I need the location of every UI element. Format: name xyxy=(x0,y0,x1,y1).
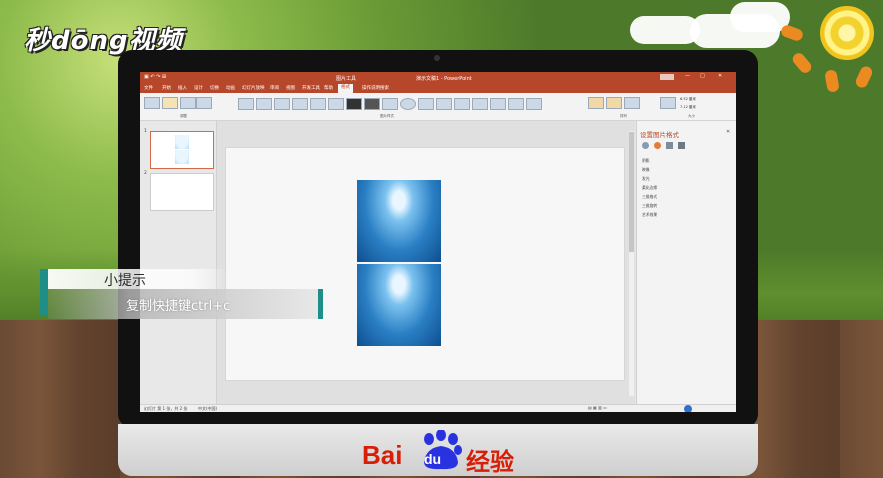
view-buttons[interactable]: ▤ ▦ ▥ ▭ xyxy=(588,405,607,410)
baidu-ime-icon[interactable] xyxy=(684,405,692,412)
tab-insert[interactable]: 插入 xyxy=(178,85,187,91)
selection-pane-button[interactable] xyxy=(624,97,640,109)
color-button[interactable] xyxy=(180,97,196,109)
format-pane-title: 设置图片格式 xyxy=(640,131,679,139)
bring-forward-button[interactable] xyxy=(588,97,604,109)
shape-height-field[interactable]: 6.52 厘米 xyxy=(680,97,696,102)
tell-me-search[interactable]: 操作说明搜索 xyxy=(362,85,389,91)
pane-section-glow[interactable]: 发光 xyxy=(642,176,650,182)
tab-format[interactable]: 格式 xyxy=(338,84,353,93)
slide-thumbnail-1[interactable] xyxy=(150,131,214,169)
tab-home[interactable]: 开始 xyxy=(162,85,171,91)
ribbon-tabs: 文件 开始 插入 设计 切换 动画 幻灯片放映 审阅 视图 开发工具 帮助 格式… xyxy=(140,83,736,93)
tip-body: 复制快捷键ctrl+c xyxy=(126,299,231,314)
camera-icon xyxy=(434,55,440,61)
artistic-effects-button[interactable] xyxy=(196,97,212,109)
screen: ▣ ↶ ↷ ⊞ 图片工具 演示文稿1 - PowerPoint — □ ✕ 文件… xyxy=(140,72,736,412)
corrections-button[interactable] xyxy=(162,97,178,109)
sun-icon xyxy=(820,6,874,60)
crop-button[interactable] xyxy=(660,97,676,109)
slide-thumbnail-2[interactable] xyxy=(150,173,214,211)
tab-developer[interactable]: 开发工具 xyxy=(302,85,320,91)
group-picture-styles-label: 图片样式 xyxy=(380,114,394,118)
pane-close-icon[interactable]: ✕ xyxy=(726,129,730,135)
send-backward-button[interactable] xyxy=(606,97,622,109)
thumb-photo xyxy=(175,150,189,164)
tip-accent-bar xyxy=(318,289,323,319)
pane-section-reflection[interactable]: 映像 xyxy=(642,167,650,173)
picture-style[interactable] xyxy=(508,98,524,110)
slide-number: 2 xyxy=(144,171,147,176)
current-slide[interactable] xyxy=(225,147,625,381)
pane-section-3d-format[interactable]: 三维格式 xyxy=(642,194,657,200)
picture-style[interactable] xyxy=(328,98,344,110)
thumb-photo xyxy=(175,135,189,149)
maximize-icon[interactable]: □ xyxy=(700,73,705,79)
picture-style[interactable] xyxy=(400,98,416,110)
picture-style[interactable] xyxy=(274,98,290,110)
picture-style[interactable] xyxy=(454,98,470,110)
picture-style[interactable] xyxy=(382,98,398,110)
picture-style[interactable] xyxy=(310,98,326,110)
picture-style[interactable] xyxy=(418,98,434,110)
effects-icon[interactable] xyxy=(654,142,661,149)
picture-style[interactable] xyxy=(436,98,452,110)
tab-slideshow[interactable]: 幻灯片放映 xyxy=(242,85,265,91)
close-icon[interactable]: ✕ xyxy=(718,73,722,79)
pane-section-soft-edges[interactable]: 柔化边缘 xyxy=(642,185,657,191)
ribbon: 调整 图片样式 排列 6.52 厘米 7.12 厘米 大小 xyxy=(140,93,736,121)
shape-width-field[interactable]: 7.12 厘米 xyxy=(680,105,696,110)
picture-style[interactable] xyxy=(490,98,506,110)
baidu-logo-text: Bai xyxy=(362,440,403,470)
picture-style[interactable] xyxy=(526,98,542,110)
tab-view[interactable]: 视图 xyxy=(286,85,295,91)
fill-line-icon[interactable] xyxy=(642,142,649,149)
signin-button[interactable] xyxy=(660,74,674,80)
picture-style[interactable] xyxy=(472,98,488,110)
group-arrange-label: 排列 xyxy=(620,114,627,118)
tab-animations[interactable]: 动画 xyxy=(226,85,235,91)
quick-access-icons[interactable]: ▣ ↶ ↷ ⊞ xyxy=(144,74,166,80)
pane-section-shadow[interactable]: 阴影 xyxy=(642,158,650,164)
pane-section-artistic-effects[interactable]: 艺术效果 xyxy=(642,212,657,218)
group-adjust-label: 调整 xyxy=(180,114,187,118)
pane-section-3d-rotation[interactable]: 三维旋转 xyxy=(642,203,657,209)
picture-style[interactable] xyxy=(238,98,254,110)
tip-accent-bar xyxy=(40,269,48,315)
picture-style[interactable] xyxy=(256,98,272,110)
picture-style[interactable] xyxy=(292,98,308,110)
baidu-du-text: du xyxy=(424,451,442,467)
jingyan-text: 经验 xyxy=(466,448,514,476)
language-indicator[interactable]: 中文(中国) xyxy=(198,406,217,412)
slide-number: 1 xyxy=(144,129,147,134)
picture-icon[interactable] xyxy=(678,142,685,149)
scrollbar-thumb[interactable] xyxy=(629,132,634,252)
tab-transitions[interactable]: 切换 xyxy=(210,85,219,91)
size-properties-icon[interactable] xyxy=(666,142,673,149)
title-bar: ▣ ↶ ↷ ⊞ 图片工具 演示文稿1 - PowerPoint — □ ✕ xyxy=(140,72,736,83)
window-title: 演示文稿1 - PowerPoint xyxy=(416,76,472,82)
tip-title: 小提示 xyxy=(104,273,146,289)
minimize-icon[interactable]: — xyxy=(685,73,690,79)
slide-counter: 幻灯片 第 1 张，共 2 张 xyxy=(144,406,188,411)
tab-review[interactable]: 审阅 xyxy=(270,85,279,91)
remove-background-button[interactable] xyxy=(144,97,160,109)
cloud xyxy=(630,16,700,44)
underwater-image-2[interactable] xyxy=(357,264,441,346)
context-tab-label: 图片工具 xyxy=(336,76,357,82)
tab-file[interactable]: 文件 xyxy=(144,85,153,91)
status-bar: 幻灯片 第 1 张，共 2 张 中文(中国) ▤ ▦ ▥ ▭ xyxy=(140,404,736,412)
tab-design[interactable]: 设计 xyxy=(194,85,203,91)
picture-style[interactable] xyxy=(346,98,362,110)
group-size-label: 大小 xyxy=(688,114,695,118)
underwater-image-1[interactable] xyxy=(357,180,441,262)
format-picture-pane xyxy=(636,121,736,404)
slide-thumbnails-pane: 1 2 xyxy=(140,121,217,404)
tab-help[interactable]: 帮助 xyxy=(324,85,333,91)
picture-style[interactable] xyxy=(364,98,380,110)
